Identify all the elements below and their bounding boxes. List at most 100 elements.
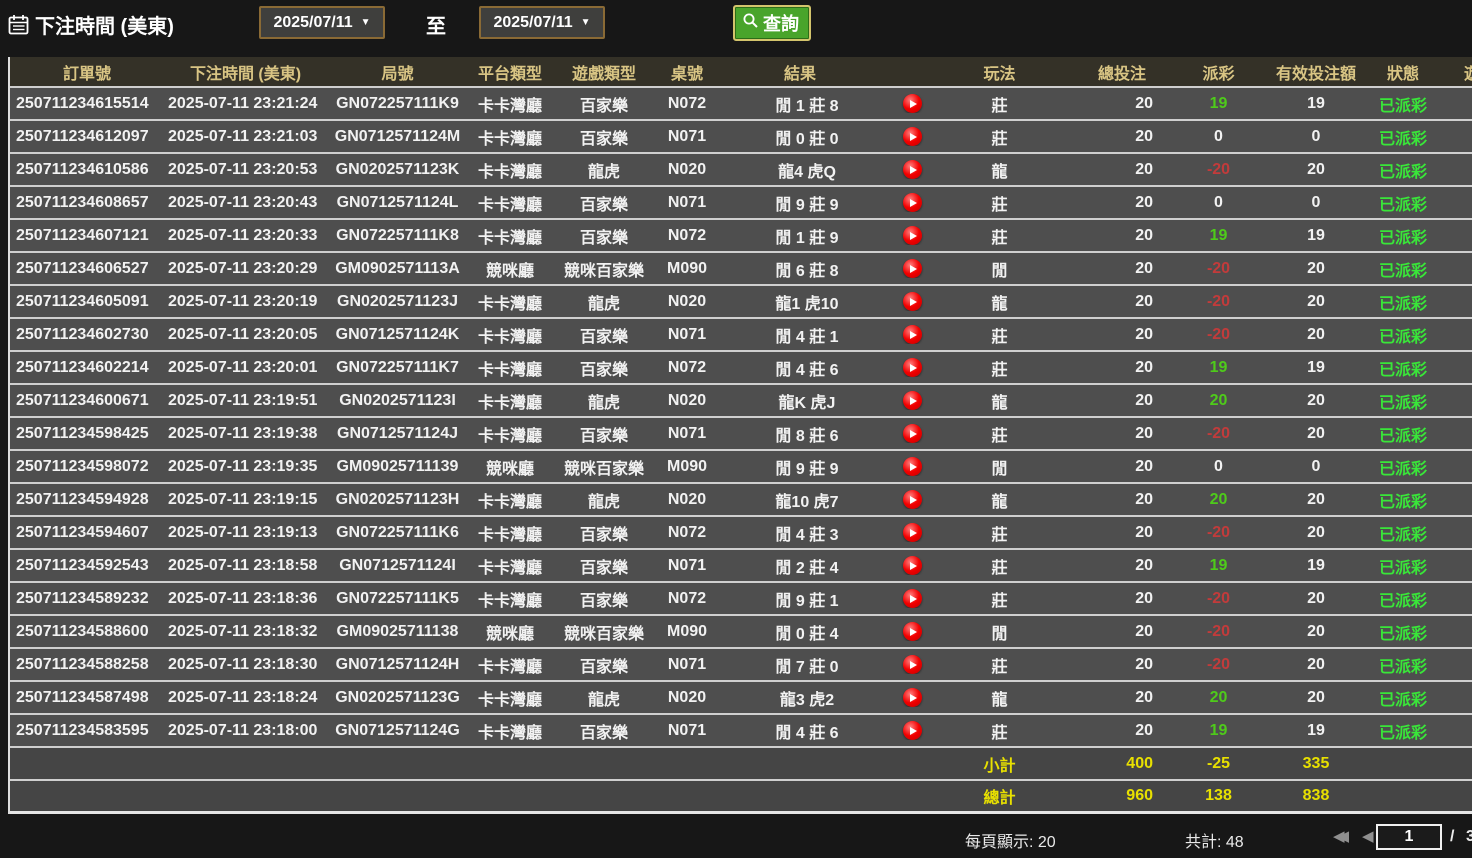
cell-result: 閒 2 莊 4 (718, 554, 882, 578)
cell-result: 閒 1 莊 8 (718, 92, 882, 116)
cell-time: 2025-07-11 23:18:58 (164, 557, 327, 575)
cell-total-bet: 20 (1057, 722, 1167, 740)
first-page-icon[interactable]: ◀◀ (1333, 827, 1342, 845)
play-video-icon[interactable] (903, 523, 922, 542)
total-total-bet: 960 (1057, 787, 1167, 805)
cell-total-bet: 20 (1057, 326, 1167, 344)
cell-time: 2025-07-11 23:21:24 (164, 95, 327, 113)
cell-result: 閒 0 莊 0 (718, 125, 882, 149)
cell-status: 已派彩 (1362, 224, 1444, 248)
column-header: 訂單號 (10, 60, 164, 84)
play-video-icon[interactable] (903, 622, 922, 641)
cell-table_no: M090 (656, 260, 718, 278)
cell-result: 龍10 虎7 (718, 488, 882, 512)
cell-play-type: 龍 (942, 389, 1057, 413)
date-from-select[interactable]: 2025/07/11 ▼ (259, 6, 385, 39)
cell-play-type: 莊 (942, 554, 1057, 578)
search-icon (742, 12, 759, 34)
cell-video (882, 259, 942, 278)
cell-valid-bet: 0 (1270, 458, 1362, 476)
page-number-input[interactable] (1376, 824, 1442, 850)
cell-order: 250711234587498 (10, 689, 164, 707)
cell-table_no: N071 (656, 326, 718, 344)
cell-table_no: N071 (656, 722, 718, 740)
cell-status: 已派彩 (1362, 389, 1444, 413)
play-video-icon[interactable] (903, 325, 922, 344)
table-row: 2507112346027302025-07-11 23:20:05GN0712… (10, 319, 1472, 352)
cell-time: 2025-07-11 23:18:36 (164, 590, 327, 608)
play-video-icon[interactable] (903, 94, 922, 113)
cell-video (882, 424, 942, 443)
play-video-icon[interactable] (903, 556, 922, 575)
play-video-icon[interactable] (903, 292, 922, 311)
bet-time-title-group: 下注時間 (美東) (8, 10, 174, 39)
previous-page-icon[interactable]: ◀ (1362, 827, 1374, 845)
table-row: 2507112345980722025-07-11 23:19:35GM0902… (10, 451, 1472, 484)
play-video-icon[interactable] (903, 193, 922, 212)
play-video-icon[interactable] (903, 688, 922, 707)
play-video-icon[interactable] (903, 655, 922, 674)
cell-order: 250711234592543 (10, 557, 164, 575)
cell-table_no: N072 (656, 95, 718, 113)
cell-status: 已派彩 (1362, 719, 1444, 743)
date-to-select[interactable]: 2025/07/11 ▼ (479, 6, 605, 39)
play-video-icon[interactable] (903, 391, 922, 410)
table-row: 2507112345874982025-07-11 23:18:24GN0202… (10, 682, 1472, 715)
column-header: 總投注 (1057, 60, 1167, 84)
table-row: 2507112346006712025-07-11 23:19:51GN0202… (10, 385, 1472, 418)
cell-platform: 卡卡灣廳 (468, 191, 552, 215)
cell-video (882, 127, 942, 146)
table-row: 2507112346120972025-07-11 23:21:03GN0712… (10, 121, 1472, 154)
cell-order: 250711234608657 (10, 194, 164, 212)
cell-time: 2025-07-11 23:19:38 (164, 425, 327, 443)
play-video-icon[interactable] (903, 127, 922, 146)
play-video-icon[interactable] (903, 226, 922, 245)
cell-round: GN0202571123J (327, 293, 468, 311)
cell-table_no: N020 (656, 161, 718, 179)
cell-play-type: 莊 (942, 521, 1057, 545)
cell-total-bet: 20 (1057, 524, 1167, 542)
play-video-icon[interactable] (903, 358, 922, 377)
total-payout: 138 (1167, 787, 1270, 805)
cell-game: 龍虎 (552, 158, 656, 182)
table-row: 2507112346050912025-07-11 23:20:19GN0202… (10, 286, 1472, 319)
cell-total-bet: 20 (1057, 557, 1167, 575)
total-label: 總計 (942, 784, 1057, 808)
cell-order: 250711234605091 (10, 293, 164, 311)
cell-order: 250711234607121 (10, 227, 164, 245)
play-video-icon[interactable] (903, 424, 922, 443)
cell-payout: -20 (1167, 623, 1270, 641)
cell-time: 2025-07-11 23:20:01 (164, 359, 327, 377)
cell-result: 閒 1 莊 9 (718, 224, 882, 248)
play-video-icon[interactable] (903, 160, 922, 179)
cell-total-bet: 20 (1057, 689, 1167, 707)
cell-time: 2025-07-11 23:19:15 (164, 491, 327, 509)
cell-game: 百家樂 (552, 191, 656, 215)
cell-table_no: N071 (656, 656, 718, 674)
cell-game: 競咪百家樂 (552, 455, 656, 479)
cell-play-type: 龍 (942, 488, 1057, 512)
play-video-icon[interactable] (903, 721, 922, 740)
cell-valid-bet: 19 (1270, 557, 1362, 575)
play-video-icon[interactable] (903, 457, 922, 476)
play-video-icon[interactable] (903, 259, 922, 278)
cell-status: 已派彩 (1362, 323, 1444, 347)
cell-table_no: N072 (656, 359, 718, 377)
search-button[interactable]: 查詢 (733, 5, 811, 41)
cell-payout: 0 (1167, 194, 1270, 212)
cell-total-bet: 20 (1057, 425, 1167, 443)
play-video-icon[interactable] (903, 490, 922, 509)
cell-game: 百家樂 (552, 356, 656, 380)
cell-platform: 卡卡灣廳 (468, 224, 552, 248)
table-row: 2507112346022142025-07-11 23:20:01GN0722… (10, 352, 1472, 385)
play-video-icon[interactable] (903, 589, 922, 608)
cell-total-bet: 20 (1057, 293, 1167, 311)
cell-valid-bet: 20 (1270, 326, 1362, 344)
search-button-label: 查詢 (763, 10, 799, 36)
cell-time: 2025-07-11 23:18:30 (164, 656, 327, 674)
cell-status: 已派彩 (1362, 191, 1444, 215)
cell-payout: 20 (1167, 491, 1270, 509)
total-valid-bet: 838 (1270, 787, 1362, 805)
cell-round: GN0712571124I (327, 557, 468, 575)
cell-payout: 19 (1167, 227, 1270, 245)
